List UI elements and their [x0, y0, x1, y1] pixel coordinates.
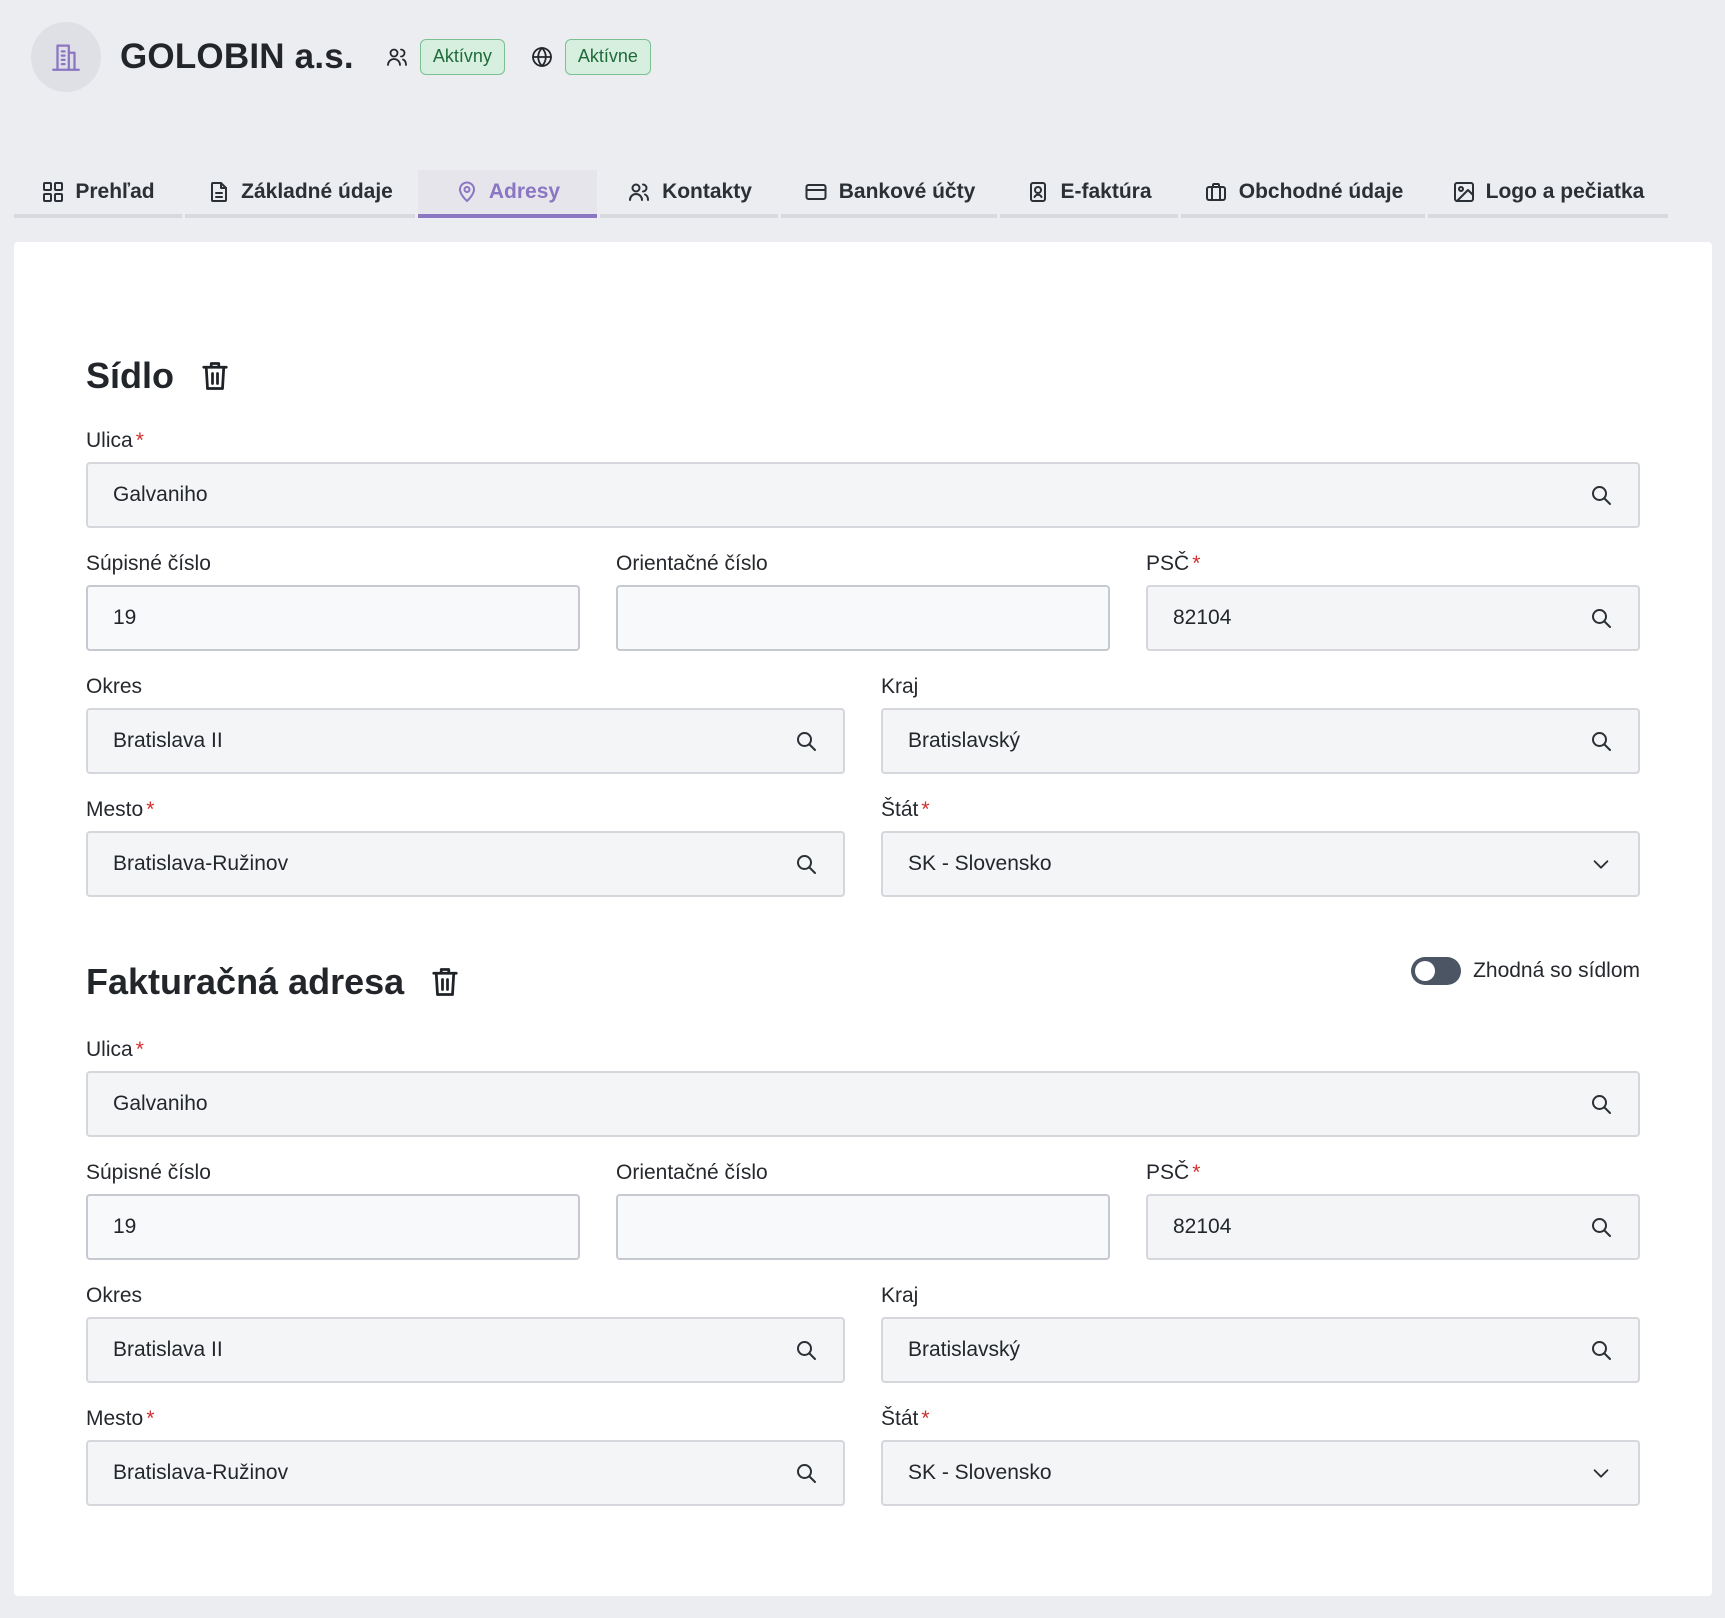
sidlo-stat-select[interactable]: SK - Slovensko	[881, 831, 1640, 897]
sidlo-psc-field: PSČ * 82104	[1146, 551, 1640, 651]
sidlo-stat-field: Štát * SK - Slovensko	[881, 797, 1640, 897]
fakturacna-orientacne-input[interactable]	[616, 1194, 1110, 1260]
tab-label: Adresy	[488, 180, 561, 203]
map-pin-icon	[458, 181, 475, 202]
sidlo-okres-input[interactable]: Bratislava II	[86, 708, 845, 774]
fakturacna-kraj-field: Kraj Bratislavský	[881, 1283, 1640, 1383]
tab-kontakty[interactable]: Kontakty	[600, 170, 778, 218]
search-icon[interactable]	[1588, 728, 1614, 754]
document-icon	[211, 182, 228, 202]
same-as-sidlo-toggle[interactable]	[1411, 957, 1462, 985]
status-users: Aktívny	[384, 38, 505, 75]
company-name: GOLOBIN a.s.	[120, 36, 354, 76]
fakturacna-psc-input[interactable]: 82104	[1146, 1194, 1640, 1260]
fakturacna-stat-field: Štát * SK - Slovensko	[881, 1406, 1640, 1506]
same-as-sidlo-toggle-group: Zhodná so sídlom	[1411, 957, 1640, 985]
fakturacna-okres-field: Okres Bratislava II	[86, 1283, 845, 1383]
fakturacna-ulica-input[interactable]: Galvaniho	[86, 1071, 1640, 1137]
sidlo-orientacne-input[interactable]	[616, 585, 1110, 651]
tab-e-faktura[interactable]: E-faktúra	[1000, 170, 1178, 218]
search-icon[interactable]	[1588, 1337, 1614, 1363]
tab-label: Prehľad	[75, 180, 155, 203]
sidlo-ulica-input[interactable]: Galvaniho	[86, 462, 1640, 528]
globe-icon	[529, 44, 555, 70]
briefcase-icon	[1205, 183, 1226, 201]
delete-sidlo-button[interactable]	[200, 359, 230, 393]
search-icon[interactable]	[1588, 1214, 1614, 1240]
fakturacna-psc-field: PSČ * 82104	[1146, 1160, 1640, 1260]
trash-icon	[432, 968, 458, 996]
sidlo-mesto-input[interactable]: Bratislava-Ružinov	[86, 831, 845, 897]
tab-label: E-faktúra	[1060, 180, 1152, 203]
search-icon[interactable]	[793, 1460, 819, 1486]
fakturacna-stat-select[interactable]: SK - Slovensko	[881, 1440, 1640, 1506]
tab-label: Logo a pečiatka	[1485, 180, 1645, 203]
fakturacna-kraj-input[interactable]: Bratislavský	[881, 1317, 1640, 1383]
image-icon	[1453, 182, 1474, 202]
sidlo-kraj-field: Kraj Bratislavský	[881, 674, 1640, 774]
search-icon[interactable]	[1588, 1091, 1614, 1117]
users-icon	[629, 183, 650, 201]
fakturacna-mesto-input[interactable]: Bratislava-Ružinov	[86, 1440, 845, 1506]
fakturacna-ulica-field: Ulica * Galvaniho	[86, 1037, 1640, 1137]
credit-card-icon	[805, 184, 827, 200]
fakturacna-mesto-field: Mesto * Bratislava-Ružinov	[86, 1406, 845, 1506]
status-badge-user: Aktívny	[419, 38, 505, 75]
search-icon[interactable]	[793, 1337, 819, 1363]
sidlo-orientacne-field: Orientačné číslo	[616, 551, 1110, 651]
tab-label: Obchodné údaje	[1238, 180, 1404, 203]
fakturacna-okres-input[interactable]: Bratislava II	[86, 1317, 845, 1383]
tab-adresy[interactable]: Adresy	[418, 170, 597, 218]
trash-icon	[202, 362, 228, 390]
section-sidlo-title: Sídlo	[86, 348, 230, 404]
addresses-card: Sídlo Ulica * Galvaniho Súpisné číslo 19 …	[14, 242, 1712, 1596]
dashboard-icon	[43, 182, 64, 202]
company-avatar	[31, 21, 101, 92]
fakturacna-orientacne-field: Orientačné číslo	[616, 1160, 1110, 1260]
sidlo-psc-input[interactable]: 82104	[1146, 585, 1640, 651]
users-icon	[384, 44, 410, 70]
sidlo-supisne-input[interactable]: 19	[86, 585, 580, 651]
status-web: Aktívne	[529, 38, 651, 75]
same-as-sidlo-label: Zhodná so sídlom	[1473, 959, 1640, 982]
search-icon[interactable]	[793, 728, 819, 754]
tab-label: Základné údaje	[241, 180, 393, 203]
tab-bankove-ucty[interactable]: Bankové účty	[781, 170, 997, 218]
tab-label: Kontakty	[662, 180, 752, 203]
tab-zakladne-udaje[interactable]: Základné údaje	[185, 170, 415, 218]
building-icon	[52, 44, 80, 71]
search-icon[interactable]	[1588, 605, 1614, 631]
fakturacna-supisne-field: Súpisné číslo 19	[86, 1160, 580, 1260]
tab-label: Bankové účty	[838, 180, 976, 203]
sidlo-mesto-field: Mesto * Bratislava-Ružinov	[86, 797, 845, 897]
sidlo-okres-field: Okres Bratislava II	[86, 674, 845, 774]
section-fakturacna-title: Fakturačná adresa	[86, 954, 460, 1010]
tab-obchodne-udaje[interactable]: Obchodné údaje	[1181, 170, 1425, 218]
sidlo-kraj-input[interactable]: Bratislavský	[881, 708, 1640, 774]
tab-bar: Prehľad Základné údaje Adresy Kontakty B…	[14, 170, 1678, 218]
search-icon[interactable]	[1588, 482, 1614, 508]
sidlo-supisne-field: Súpisné číslo 19	[86, 551, 580, 651]
delete-fakturacna-button[interactable]	[430, 965, 460, 999]
sidlo-ulica-field: Ulica * Galvaniho	[86, 428, 1640, 528]
fakturacna-supisne-input[interactable]: 19	[86, 1194, 580, 1260]
chevron-down-icon[interactable]	[1588, 1460, 1614, 1486]
tab-logo-a-peciatka[interactable]: Logo a pečiatka	[1428, 170, 1668, 218]
page-header: GOLOBIN a.s. Aktívny Aktívne	[31, 20, 651, 93]
status-badge-web: Aktívne	[564, 38, 651, 75]
search-icon[interactable]	[793, 851, 819, 877]
invoice-badge-icon	[1030, 182, 1047, 202]
tab-prehlad[interactable]: Prehľad	[14, 170, 182, 218]
chevron-down-icon[interactable]	[1588, 851, 1614, 877]
